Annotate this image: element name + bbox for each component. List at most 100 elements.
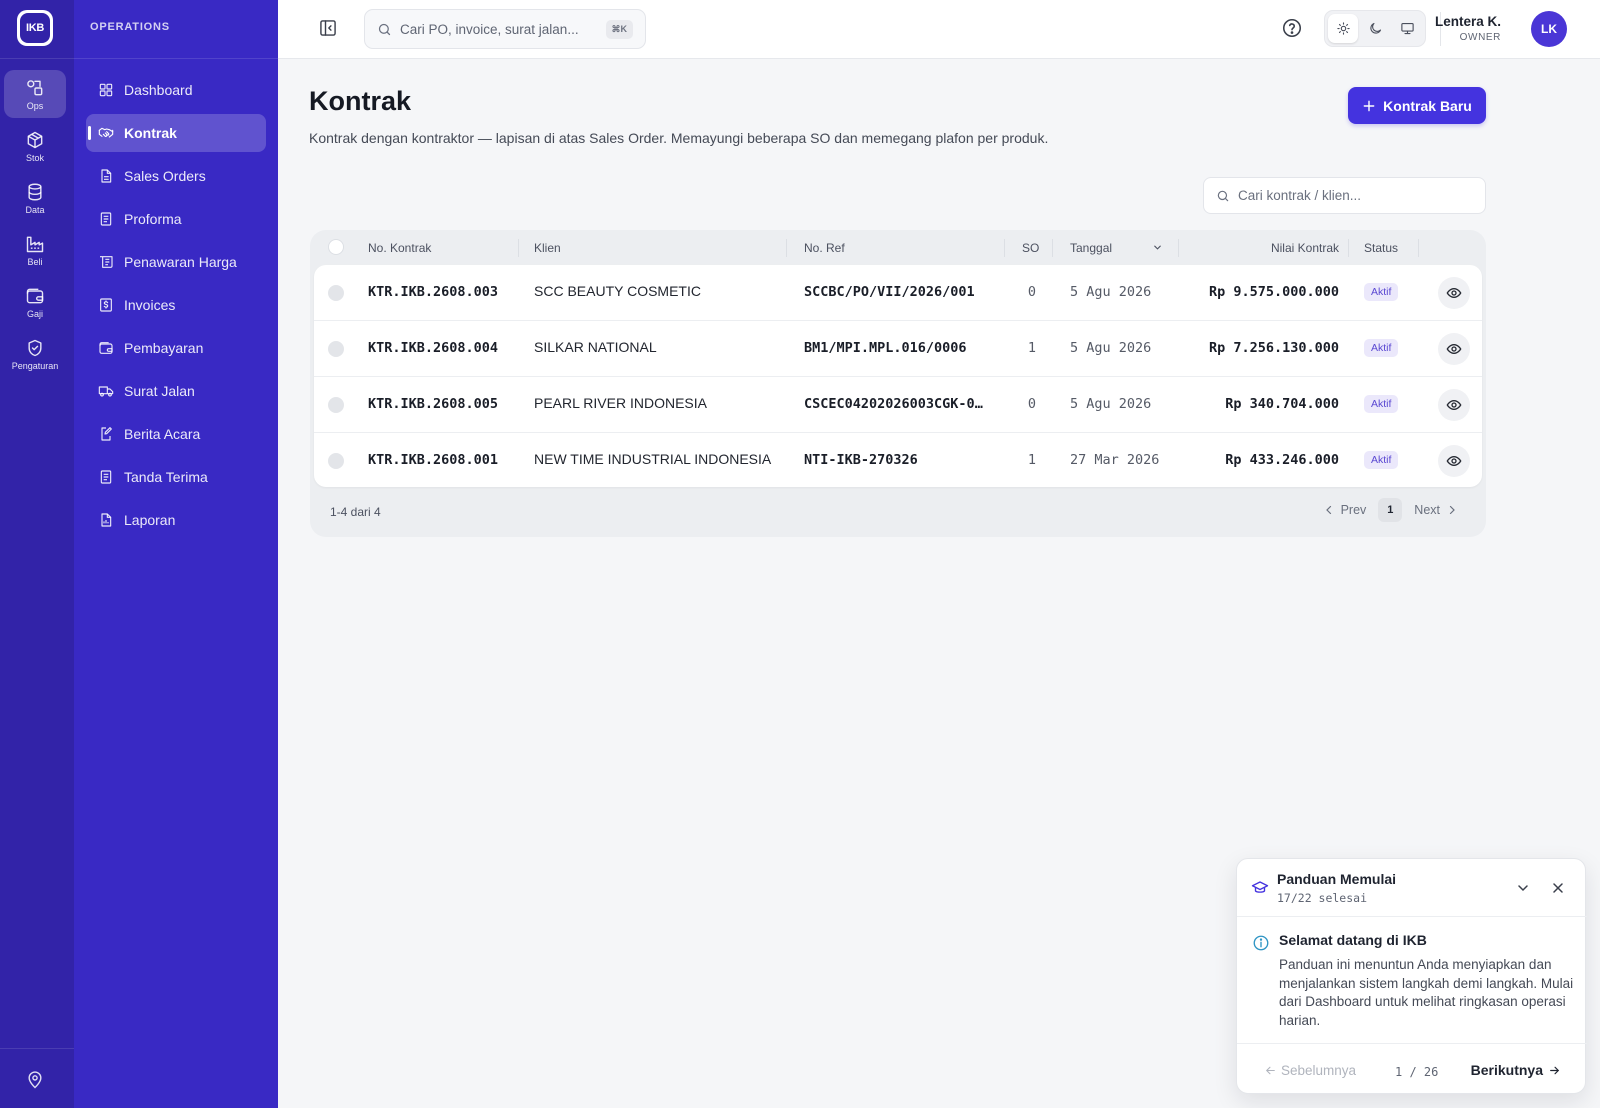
sidebar-item-laporan[interactable]: Laporan (86, 501, 266, 539)
cell-so: 0 (1027, 396, 1036, 412)
page-title: Kontrak (309, 86, 412, 116)
table-header: No. Kontrak Klien No. Ref SO Tanggal Nil… (310, 230, 1486, 264)
column-header-tanggal[interactable]: Tanggal (1070, 241, 1112, 255)
row-checkbox[interactable] (328, 285, 344, 301)
cell-nilai-kontrak: Rp 340.704.000 (1225, 396, 1339, 412)
view-button[interactable] (1438, 333, 1470, 365)
guide-header: Panduan Memulai 17/22 selesai (1237, 859, 1587, 917)
theme-system-button[interactable] (1392, 14, 1422, 43)
cell-klien: SILKAR NATIONAL (534, 339, 657, 355)
column-header-status[interactable]: Status (1364, 241, 1398, 255)
cell-tanggal: 5 Agu 2026 (1070, 340, 1152, 356)
column-separator (1348, 239, 1349, 257)
sidebar-item-label: Pembayaran (124, 340, 204, 356)
map-pin-icon[interactable] (25, 1070, 45, 1090)
cell-no-kontrak[interactable]: KTR.IKB.2608.003 (368, 284, 498, 300)
status-badge: Aktif (1364, 339, 1399, 357)
column-header-no-ref[interactable]: No. Ref (804, 241, 845, 255)
sun-icon (1336, 22, 1350, 35)
column-separator (1004, 239, 1005, 257)
sidebar-item-tanda-terima[interactable]: Tanda Terima (86, 458, 266, 496)
cell-no-kontrak[interactable]: KTR.IKB.2608.005 (368, 396, 498, 412)
prev-page-button[interactable]: Prev (1323, 503, 1366, 517)
sidebar-item-proforma[interactable]: Proforma (86, 200, 266, 238)
next-page-button[interactable]: Next (1414, 503, 1458, 517)
kontrak-search[interactable] (1203, 177, 1486, 214)
brand-logo-text: IKB (20, 13, 50, 43)
theme-light-button[interactable] (1328, 14, 1358, 43)
sidebar-item-penawaran-harga[interactable]: Penawaran Harga (86, 243, 266, 281)
sidebar-item-label: Laporan (124, 512, 176, 528)
sort-desc-icon[interactable] (1152, 242, 1163, 253)
brand-logo[interactable]: IKB (17, 10, 53, 46)
sidebar-heading: OPERATIONS (90, 21, 170, 33)
current-page[interactable]: 1 (1378, 498, 1403, 522)
page-subtitle: Kontrak dengan kontraktor — lapisan di a… (309, 130, 1049, 146)
guide-title: Panduan Memulai (1277, 871, 1397, 887)
edit-document-icon (101, 427, 112, 441)
theme-dark-button[interactable] (1360, 14, 1390, 43)
document-lines-icon (100, 470, 112, 484)
sidebar: OPERATIONS Dashboard Kontrak Sales Order… (74, 0, 278, 1108)
column-header-klien[interactable]: Klien (534, 241, 561, 255)
cell-so: 1 (1027, 340, 1036, 356)
global-search[interactable]: ⌘K (364, 9, 646, 49)
cell-no-kontrak[interactable]: KTR.IKB.2608.001 (368, 452, 498, 468)
icon-rail: IKB Ops Stok Data Beli Gaji Pengaturan (0, 0, 74, 1108)
wallet-icon (26, 288, 44, 303)
guide-next-button[interactable]: Berikutnya (1471, 1062, 1561, 1078)
rail-divider (0, 58, 74, 59)
close-icon[interactable] (1550, 880, 1566, 896)
cell-no-ref: BM1/MPI.MPL.016/0006 (804, 340, 967, 356)
new-kontrak-label: Kontrak Baru (1383, 97, 1472, 114)
new-kontrak-button[interactable]: Kontrak Baru (1348, 87, 1486, 124)
kontrak-search-input[interactable] (1238, 188, 1478, 203)
wallet-icon (99, 342, 113, 354)
sidebar-item-dashboard[interactable]: Dashboard (86, 71, 266, 109)
row-checkbox[interactable] (328, 453, 344, 469)
receipt-icon (100, 256, 113, 268)
rail-item-pengaturan[interactable]: Pengaturan (4, 330, 66, 378)
global-search-input[interactable] (400, 21, 600, 37)
column-header-no-kontrak[interactable]: No. Kontrak (368, 241, 431, 255)
column-header-nilai-kontrak[interactable]: Nilai Kontrak (1230, 241, 1339, 255)
rail-item-gaji[interactable]: Gaji (4, 278, 66, 326)
sidebar-item-surat-jalan[interactable]: Surat Jalan (86, 372, 266, 410)
rail-item-label: Gaji (26, 308, 43, 319)
cell-nilai-kontrak: Rp 7.256.130.000 (1208, 340, 1339, 356)
sidebar-item-label: Berita Acara (124, 426, 201, 442)
monitor-icon (1400, 22, 1414, 35)
sidebar-item-sales-orders[interactable]: Sales Orders (86, 157, 266, 195)
view-button[interactable] (1438, 389, 1470, 421)
column-header-so[interactable]: SO (1022, 241, 1039, 255)
sidebar-item-berita-acara[interactable]: Berita Acara (86, 415, 266, 453)
eye-icon (1446, 455, 1462, 467)
view-button[interactable] (1438, 445, 1470, 477)
rail-item-data[interactable]: Data (4, 174, 66, 222)
table-row[interactable]: KTR.IKB.2608.005 PEARL RIVER INDONESIA C… (314, 377, 1482, 433)
table-row[interactable]: KTR.IKB.2608.003 SCC BEAUTY COSMETIC SCC… (314, 265, 1482, 321)
rail-item-stok[interactable]: Stok (4, 122, 66, 170)
guide-prev-button[interactable]: Sebelumnya (1264, 1063, 1356, 1078)
rail-item-ops[interactable]: Ops (4, 70, 66, 118)
avatar[interactable]: LK (1531, 11, 1567, 47)
cell-no-kontrak[interactable]: KTR.IKB.2608.004 (368, 340, 498, 356)
chevron-down-icon[interactable] (1515, 880, 1531, 896)
cell-nilai-kontrak: Rp 433.246.000 (1225, 452, 1339, 468)
row-checkbox[interactable] (328, 341, 344, 357)
rail-item-beli[interactable]: Beli (4, 226, 66, 274)
select-all-checkbox[interactable] (328, 239, 344, 255)
sidebar-item-label: Penawaran Harga (124, 254, 237, 270)
guide-progress: 17/22 selesai (1277, 891, 1368, 905)
rail-item-label: Ops (26, 100, 44, 111)
grid-icon (99, 83, 113, 97)
sidebar-item-pembayaran[interactable]: Pembayaran (86, 329, 266, 367)
row-checkbox[interactable] (328, 397, 344, 413)
sidebar-collapse-icon[interactable] (318, 18, 338, 38)
sidebar-item-invoices[interactable]: Invoices (86, 286, 266, 324)
view-button[interactable] (1438, 277, 1470, 309)
table-row[interactable]: KTR.IKB.2608.004 SILKAR NATIONAL BM1/MPI… (314, 321, 1482, 377)
table-row[interactable]: KTR.IKB.2608.001 NEW TIME INDUSTRIAL IND… (314, 433, 1482, 489)
sidebar-item-kontrak[interactable]: Kontrak (86, 114, 266, 152)
help-icon[interactable] (1281, 17, 1303, 39)
